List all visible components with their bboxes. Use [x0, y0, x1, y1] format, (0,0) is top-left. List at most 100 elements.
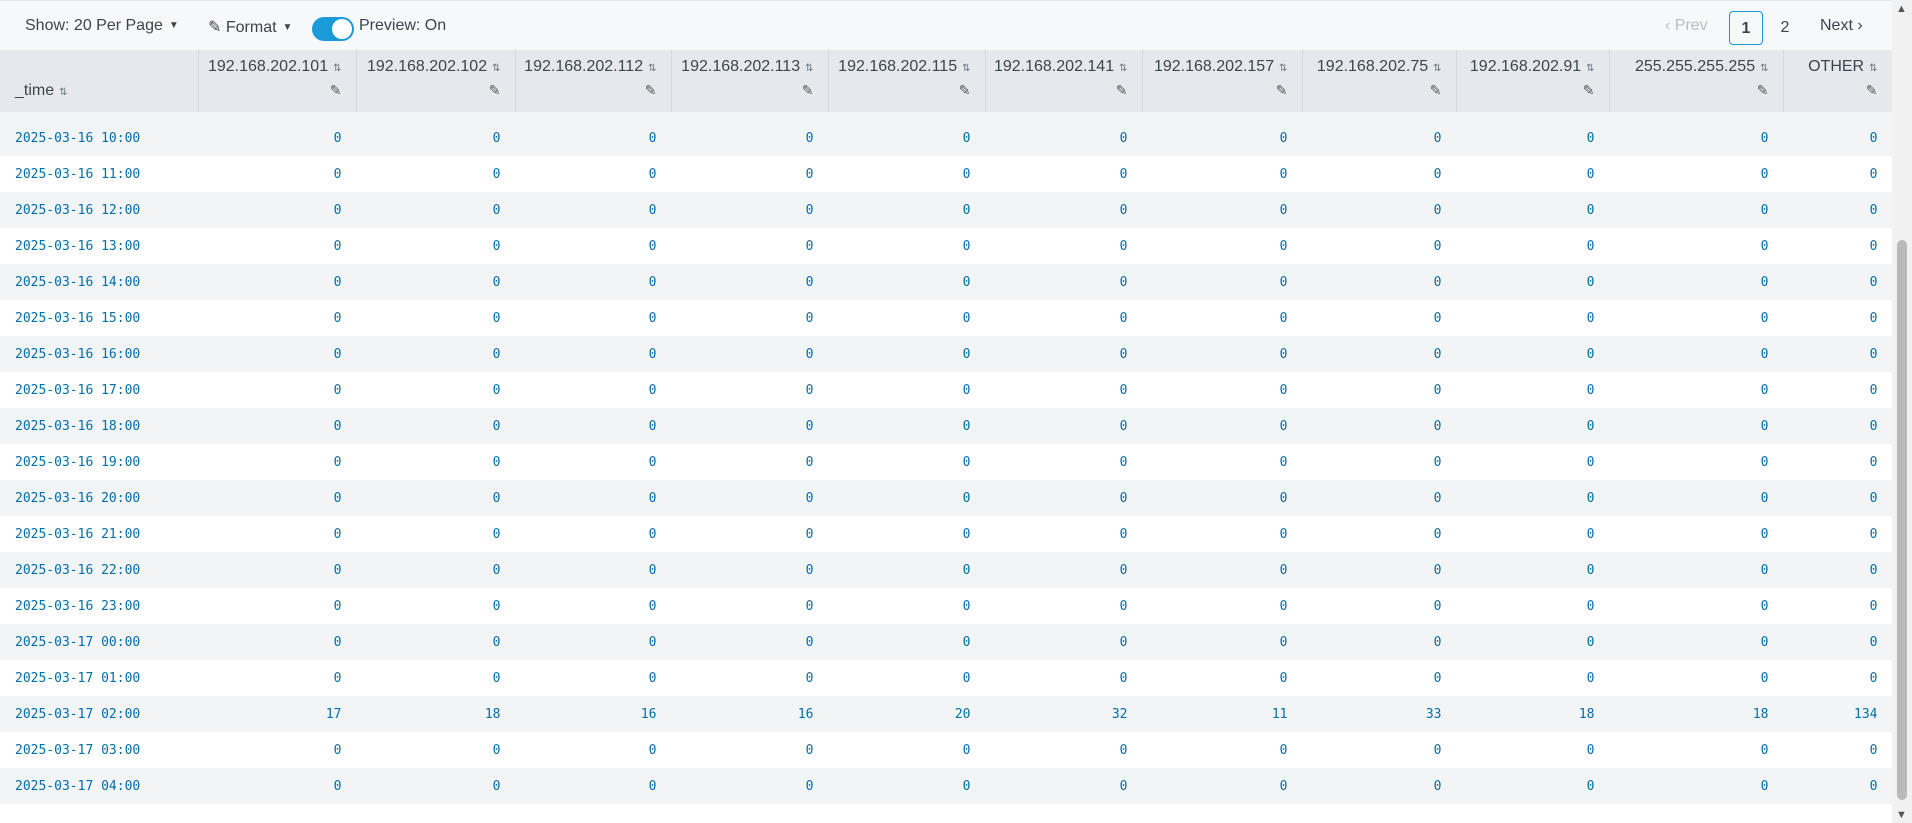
count-cell[interactable]: 0 [1142, 408, 1302, 444]
count-cell[interactable]: 0 [1783, 732, 1892, 768]
count-cell[interactable]: 0 [671, 408, 828, 444]
count-cell[interactable]: 0 [356, 768, 515, 804]
count-cell[interactable]: 0 [1142, 660, 1302, 696]
count-cell[interactable]: 0 [1609, 552, 1783, 588]
column-header-label[interactable]: 192.168.202.75 ⇅ [1317, 58, 1442, 76]
count-cell[interactable]: 0 [1609, 732, 1783, 768]
count-cell[interactable]: 0 [1142, 192, 1302, 228]
count-cell[interactable]: 0 [198, 228, 356, 264]
count-cell[interactable]: 0 [1302, 480, 1456, 516]
count-cell[interactable]: 0 [515, 192, 671, 228]
column-header[interactable]: 192.168.202.115 ⇅ ✎ [828, 50, 986, 112]
pencil-icon[interactable]: ✎ [959, 82, 971, 99]
column-header-label[interactable]: 192.168.202.113 ⇅ [681, 58, 813, 76]
time-cell[interactable]: 2025-03-17 04:00 [0, 768, 198, 804]
count-cell[interactable]: 0 [1609, 408, 1783, 444]
sort-icon[interactable]: ⇅ [1433, 63, 1441, 74]
count-cell[interactable]: 0 [1456, 624, 1609, 660]
count-cell[interactable]: 0 [828, 336, 985, 372]
count-cell[interactable]: 0 [1783, 264, 1892, 300]
sort-icon[interactable]: ⇅ [333, 63, 341, 74]
count-cell[interactable]: 0 [671, 156, 828, 192]
count-cell[interactable]: 0 [1456, 768, 1609, 804]
count-cell[interactable]: 0 [1302, 264, 1456, 300]
count-cell[interactable]: 0 [1456, 480, 1609, 516]
count-cell[interactable]: 0 [356, 120, 515, 156]
count-cell[interactable]: 0 [985, 768, 1142, 804]
sort-icon[interactable]: ⇅ [962, 63, 970, 74]
sort-icon[interactable]: ⇅ [1869, 63, 1877, 74]
count-cell[interactable]: 0 [1302, 516, 1456, 552]
count-cell[interactable]: 0 [198, 660, 356, 696]
count-cell[interactable]: 0 [198, 732, 356, 768]
count-cell[interactable]: 0 [1302, 588, 1456, 624]
count-cell[interactable]: 0 [828, 624, 985, 660]
count-cell[interactable]: 0 [1142, 588, 1302, 624]
next-page-button[interactable]: Next › [1820, 17, 1863, 35]
count-cell[interactable]: 0 [1302, 552, 1456, 588]
count-cell[interactable]: 0 [828, 768, 985, 804]
count-cell[interactable]: 0 [198, 516, 356, 552]
count-cell[interactable]: 20 [828, 696, 985, 732]
pencil-icon[interactable]: ✎ [1866, 82, 1878, 99]
count-cell[interactable]: 0 [1142, 732, 1302, 768]
count-cell[interactable]: 0 [1142, 516, 1302, 552]
count-cell[interactable]: 0 [1456, 516, 1609, 552]
count-cell[interactable]: 0 [1456, 372, 1609, 408]
count-cell[interactable]: 0 [671, 372, 828, 408]
count-cell[interactable]: 0 [356, 516, 515, 552]
count-cell[interactable]: 0 [828, 120, 985, 156]
time-cell[interactable]: 2025-03-16 12:00 [0, 192, 198, 228]
count-cell[interactable]: 0 [985, 588, 1142, 624]
time-cell[interactable]: 2025-03-16 20:00 [0, 480, 198, 516]
count-cell[interactable]: 0 [1609, 264, 1783, 300]
page-2-button[interactable]: 2 [1768, 11, 1802, 45]
count-cell[interactable]: 0 [828, 588, 985, 624]
count-cell[interactable]: 0 [1783, 120, 1892, 156]
count-cell[interactable]: 0 [515, 156, 671, 192]
count-cell[interactable]: 0 [356, 372, 515, 408]
count-cell[interactable]: 0 [1142, 372, 1302, 408]
count-cell[interactable]: 0 [1609, 372, 1783, 408]
pencil-icon[interactable]: ✎ [1757, 82, 1769, 99]
sort-icon[interactable]: ⇅ [59, 87, 67, 98]
pencil-icon[interactable]: ✎ [330, 82, 342, 99]
count-cell[interactable]: 0 [828, 480, 985, 516]
scroll-thumb[interactable] [1897, 240, 1907, 800]
count-cell[interactable]: 0 [1456, 732, 1609, 768]
count-cell[interactable]: 0 [671, 588, 828, 624]
column-header[interactable]: 192.168.202.91 ⇅ ✎ [1456, 50, 1610, 112]
column-header-label[interactable]: 192.168.202.112 ⇅ [524, 58, 656, 76]
count-cell[interactable]: 0 [1783, 624, 1892, 660]
count-cell[interactable]: 0 [356, 624, 515, 660]
vertical-scrollbar[interactable]: ▲ ▼ [1892, 0, 1912, 823]
count-cell[interactable]: 0 [1456, 120, 1609, 156]
count-cell[interactable]: 0 [1456, 300, 1609, 336]
count-cell[interactable]: 0 [1142, 228, 1302, 264]
count-cell[interactable]: 0 [198, 624, 356, 660]
column-header-label[interactable]: _time ⇅ [15, 82, 68, 100]
time-cell[interactable]: 2025-03-16 10:00 [0, 120, 198, 156]
count-cell[interactable]: 0 [1302, 732, 1456, 768]
column-header-label[interactable]: 192.168.202.101 ⇅ [208, 58, 342, 76]
count-cell[interactable]: 0 [671, 300, 828, 336]
count-cell[interactable]: 0 [515, 480, 671, 516]
count-cell[interactable]: 0 [356, 660, 515, 696]
count-cell[interactable]: 0 [1783, 372, 1892, 408]
count-cell[interactable]: 0 [515, 228, 671, 264]
time-cell[interactable]: 2025-03-16 23:00 [0, 588, 198, 624]
count-cell[interactable]: 0 [356, 336, 515, 372]
count-cell[interactable]: 0 [828, 372, 985, 408]
column-header-label[interactable]: 255.255.255.255 ⇅ [1635, 58, 1769, 76]
count-cell[interactable]: 0 [985, 228, 1142, 264]
count-cell[interactable]: 0 [985, 408, 1142, 444]
column-header-label[interactable]: 192.168.202.157 ⇅ [1154, 58, 1288, 76]
time-cell[interactable]: 2025-03-16 13:00 [0, 228, 198, 264]
count-cell[interactable]: 0 [1609, 660, 1783, 696]
column-header[interactable]: 192.168.202.101 ⇅ ✎ [198, 50, 357, 112]
time-cell[interactable]: 2025-03-17 03:00 [0, 732, 198, 768]
pencil-icon[interactable]: ✎ [1583, 82, 1595, 99]
count-cell[interactable]: 0 [1783, 660, 1892, 696]
count-cell[interactable]: 0 [985, 552, 1142, 588]
column-header[interactable]: OTHER ⇅ ✎ [1783, 50, 1892, 112]
